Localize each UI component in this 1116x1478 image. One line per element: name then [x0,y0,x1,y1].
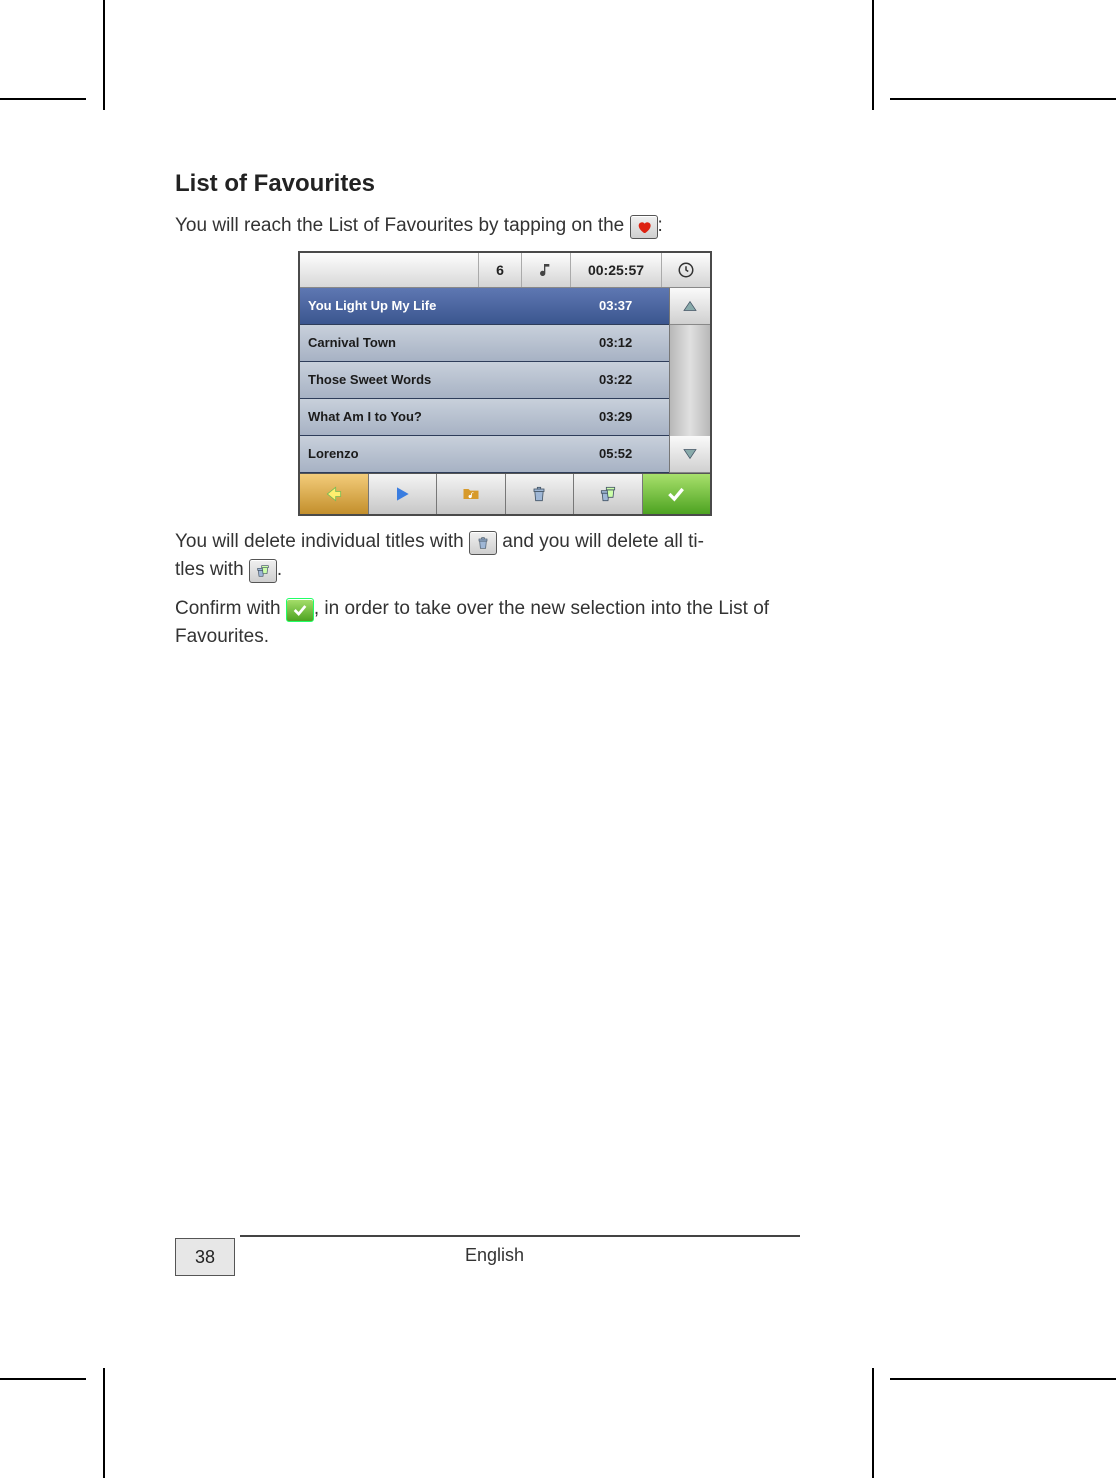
music-note-icon [521,253,570,287]
page-number: 38 [175,1238,235,1276]
para2-b: and you will delete all ti [502,531,697,552]
crop-mark [890,1378,1116,1380]
checkmark-icon [286,598,314,622]
intro-text-pre: You will reach the List of Favourites by… [175,215,630,236]
scroll-down-button[interactable] [670,436,710,473]
delete-paragraph: You will delete individual titles with a… [175,528,835,585]
crop-mark [0,1378,86,1380]
play-button[interactable] [369,474,438,514]
track-row[interactable]: What Am I to You? 03:29 [300,399,669,436]
track-list: You Light Up My Life 03:37 Carnival Town… [300,288,669,473]
trash-single-icon [469,531,497,555]
track-duration: 03:12 [599,335,669,350]
crop-mark [872,0,874,110]
scroll-up-button[interactable] [670,288,710,325]
crop-mark [0,98,86,100]
favourites-device-screenshot: 6 00:25:57 You Light Up My Life 03:37 Ca… [298,251,712,516]
track-duration: 03:22 [599,372,669,387]
total-duration: 00:25:57 [570,253,661,287]
para3-a: Confirm with [175,598,286,619]
page-content: List of Favourites You will reach the Li… [175,170,835,662]
device-statusbar: 6 00:25:57 [300,253,710,288]
confirm-paragraph: Confirm with , in order to take over the… [175,595,835,652]
footer-rule [240,1235,800,1237]
section-heading: List of Favourites [175,170,835,198]
track-title: Lorenzo [300,446,599,461]
intro-text-post: : [658,215,663,236]
crop-mark [103,1368,105,1478]
trash-all-icon [249,559,277,583]
track-title: Those Sweet Words [300,372,599,387]
back-button[interactable] [300,474,369,514]
track-duration: 03:37 [599,298,669,313]
crop-mark [890,98,1116,100]
page-number-value: 38 [195,1247,215,1268]
folder-music-button[interactable] [437,474,506,514]
track-row[interactable]: Lorenzo 05:52 [300,436,669,473]
track-row[interactable]: Those Sweet Words 03:22 [300,362,669,399]
device-toolbar [300,473,710,514]
heart-icon [630,215,658,239]
para2-d: . [277,559,282,580]
device-body: You Light Up My Life 03:37 Carnival Town… [300,288,710,473]
clock-icon [661,253,710,287]
track-title: What Am I to You? [300,409,599,424]
track-count: 6 [478,253,521,287]
delete-all-button[interactable] [574,474,643,514]
confirm-button[interactable] [643,474,711,514]
track-title: Carnival Town [300,335,599,350]
scroll-column [669,288,710,473]
para2-c: tles with [175,559,249,580]
document-page: List of Favourites You will reach the Li… [0,0,1116,1478]
para2-a: You will delete individual titles with [175,531,469,552]
crop-mark [872,1368,874,1478]
statusbar-spacer [300,253,478,287]
track-duration: 03:29 [599,409,669,424]
delete-one-button[interactable] [506,474,575,514]
crop-mark [103,0,105,110]
scroll-track[interactable] [670,325,710,436]
track-duration: 05:52 [599,446,669,461]
track-row[interactable]: Carnival Town 03:12 [300,325,669,362]
footer-language: English [465,1245,524,1266]
intro-paragraph: You will reach the List of Favourites by… [175,212,835,241]
track-title: You Light Up My Life [300,298,599,313]
track-row[interactable]: You Light Up My Life 03:37 [300,288,669,325]
